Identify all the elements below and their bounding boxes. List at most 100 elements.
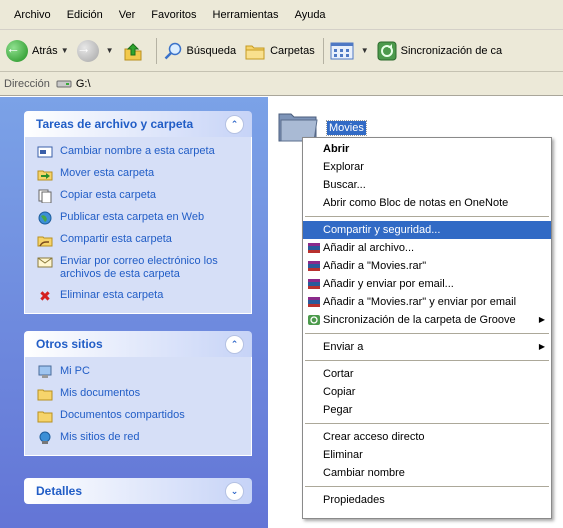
menu-separator bbox=[305, 333, 549, 334]
menu-item-label: Enviar a bbox=[323, 341, 364, 353]
winrar-icon bbox=[307, 296, 321, 308]
menu-item-add-rar[interactable]: Añadir a "Movies.rar" bbox=[303, 257, 551, 275]
collapse-chevron-icon[interactable]: ⌃ bbox=[225, 114, 244, 134]
menu-favoritos[interactable]: Favoritos bbox=[151, 9, 196, 21]
views-button[interactable]: ▼ bbox=[330, 41, 369, 61]
task-label: Enviar por correo electrónico los archiv… bbox=[60, 255, 218, 280]
groove-icon bbox=[307, 314, 321, 326]
menu-separator bbox=[305, 360, 549, 361]
views-icon bbox=[330, 42, 354, 59]
folders-button[interactable]: Carpetas bbox=[244, 41, 315, 61]
move-icon bbox=[37, 167, 53, 181]
task-publish-web[interactable]: Publicar esta carpeta en Web bbox=[37, 211, 243, 225]
groove-sync-button[interactable]: Sincronización de ca bbox=[377, 41, 503, 61]
address-field[interactable]: G:\ bbox=[56, 78, 91, 90]
forward-button[interactable]: → ▼ bbox=[76, 39, 114, 62]
globe-icon bbox=[37, 211, 53, 225]
task-label: Eliminar esta carpeta bbox=[60, 289, 164, 301]
task-label: Publicar esta carpeta en Web bbox=[60, 211, 205, 223]
menu-item-create-shortcut[interactable]: Crear acceso directo bbox=[303, 428, 551, 446]
menu-item-delete[interactable]: Eliminar bbox=[303, 446, 551, 464]
menu-item-properties[interactable]: Propiedades bbox=[303, 491, 551, 509]
place-network[interactable]: Mis sitios de red bbox=[37, 431, 243, 445]
panel-header[interactable]: Detalles ⌄ bbox=[24, 478, 252, 504]
winrar-icon bbox=[307, 278, 321, 290]
menu-separator bbox=[305, 486, 549, 487]
search-label: Búsqueda bbox=[186, 44, 237, 57]
menu-item-sharing-security[interactable]: Compartir y seguridad... bbox=[303, 221, 551, 239]
folder-name-label[interactable]: Movies bbox=[326, 120, 367, 136]
menu-item-send-to[interactable]: Enviar a ▶ bbox=[303, 338, 551, 356]
up-folder-icon bbox=[124, 42, 142, 60]
menu-item-rename[interactable]: Cambiar nombre bbox=[303, 464, 551, 482]
submenu-arrow-icon: ▶ bbox=[538, 342, 545, 351]
place-label: Mis sitios de red bbox=[60, 431, 140, 443]
up-folder-button[interactable] bbox=[122, 40, 148, 62]
task-email-files[interactable]: Enviar por correo electrónico los archiv… bbox=[37, 255, 243, 281]
panel-header[interactable]: Tareas de archivo y carpeta ⌃ bbox=[24, 111, 252, 137]
menu-ayuda[interactable]: Ayuda bbox=[295, 9, 326, 21]
task-move-folder[interactable]: Mover esta carpeta bbox=[37, 167, 243, 181]
menu-item-open[interactable]: Abrir bbox=[303, 140, 551, 158]
menu-separator bbox=[305, 423, 549, 424]
delete-icon: ✖ bbox=[39, 287, 51, 304]
dropdown-arrow-icon[interactable]: ▼ bbox=[106, 46, 114, 55]
toolbar-separator bbox=[155, 37, 157, 64]
menu-item-add-email[interactable]: Añadir y enviar por email... bbox=[303, 275, 551, 293]
menu-herramientas[interactable]: Herramientas bbox=[213, 9, 279, 21]
menu-item-add-archive[interactable]: Añadir al archivo... bbox=[303, 239, 551, 257]
toolbar: ← Atrás ▼ → ▼ Búsqueda Carpetas ▼ Sincro… bbox=[0, 30, 563, 72]
task-share-folder[interactable]: Compartir esta carpeta bbox=[37, 233, 243, 247]
back-button[interactable]: ← Atrás ▼ bbox=[6, 39, 69, 62]
copy-icon bbox=[37, 189, 53, 203]
task-copy-folder[interactable]: Copiar esta carpeta bbox=[37, 189, 243, 203]
place-my-pc[interactable]: Mi PC bbox=[37, 365, 243, 379]
place-label: Mi PC bbox=[60, 365, 90, 377]
address-value: G:\ bbox=[75, 77, 91, 90]
file-folder-tasks-panel: Tareas de archivo y carpeta ⌃ Cambiar no… bbox=[24, 111, 252, 314]
menu-item-label: Sincronización de la carpeta de Groove bbox=[323, 314, 516, 326]
toolbar-separator bbox=[322, 37, 324, 64]
task-label: Cambiar nombre a esta carpeta bbox=[60, 145, 215, 157]
menu-item-cut[interactable]: Cortar bbox=[303, 365, 551, 383]
task-delete-folder[interactable]: ✖ Eliminar esta carpeta bbox=[37, 289, 243, 303]
share-icon bbox=[37, 233, 53, 247]
menu-item-paste[interactable]: Pegar bbox=[303, 401, 551, 419]
dropdown-arrow-icon[interactable]: ▼ bbox=[361, 46, 369, 55]
place-my-documents[interactable]: Mis documentos bbox=[37, 387, 243, 401]
place-label: Documentos compartidos bbox=[60, 409, 185, 421]
submenu-arrow-icon: ▶ bbox=[538, 315, 545, 324]
menu-ver[interactable]: Ver bbox=[119, 9, 136, 21]
place-shared-documents[interactable]: Documentos compartidos bbox=[37, 409, 243, 423]
panel-body: Mi PC Mis documentos Documentos comparti… bbox=[24, 357, 252, 456]
menu-item-groove-sync[interactable]: Sincronización de la carpeta de Groove ▶ bbox=[303, 311, 551, 329]
collapse-chevron-icon[interactable]: ⌃ bbox=[225, 334, 244, 354]
menu-item-label: Añadir al archivo... bbox=[323, 242, 415, 254]
menu-archivo[interactable]: Archivo bbox=[14, 9, 51, 21]
dropdown-arrow-icon[interactable]: ▼ bbox=[61, 46, 69, 55]
panel-title: Otros sitios bbox=[36, 337, 103, 351]
search-button[interactable]: Búsqueda bbox=[163, 41, 237, 61]
forward-arrow-icon: → bbox=[76, 39, 99, 62]
winrar-icon bbox=[307, 260, 321, 272]
folders-icon bbox=[245, 45, 265, 59]
task-rename-folder[interactable]: Cambiar nombre a esta carpeta bbox=[37, 145, 243, 159]
menu-item-search[interactable]: Buscar... bbox=[303, 176, 551, 194]
menu-item-open-onenote[interactable]: Abrir como Bloc de notas en OneNote bbox=[303, 194, 551, 212]
menu-edicion[interactable]: Edición bbox=[67, 9, 103, 21]
task-label: Compartir esta carpeta bbox=[60, 233, 172, 245]
panel-header[interactable]: Otros sitios ⌃ bbox=[24, 331, 252, 357]
address-bar: Dirección G:\ bbox=[0, 72, 563, 96]
place-label: Mis documentos bbox=[60, 387, 141, 399]
menu-item-add-rar-email[interactable]: Añadir a "Movies.rar" y enviar por email bbox=[303, 293, 551, 311]
task-pane: Tareas de archivo y carpeta ⌃ Cambiar no… bbox=[0, 97, 268, 528]
menu-item-label: Añadir a "Movies.rar" y enviar por email bbox=[323, 296, 517, 308]
menu-item-explore[interactable]: Explorar bbox=[303, 158, 551, 176]
menu-item-copy[interactable]: Copiar bbox=[303, 383, 551, 401]
sync-label: Sincronización de ca bbox=[400, 44, 503, 57]
rename-icon bbox=[37, 145, 53, 159]
back-arrow-icon: ← bbox=[6, 39, 28, 62]
expand-chevron-icon[interactable]: ⌄ bbox=[225, 481, 244, 501]
details-panel: Detalles ⌄ bbox=[24, 478, 252, 504]
search-icon bbox=[164, 42, 181, 59]
